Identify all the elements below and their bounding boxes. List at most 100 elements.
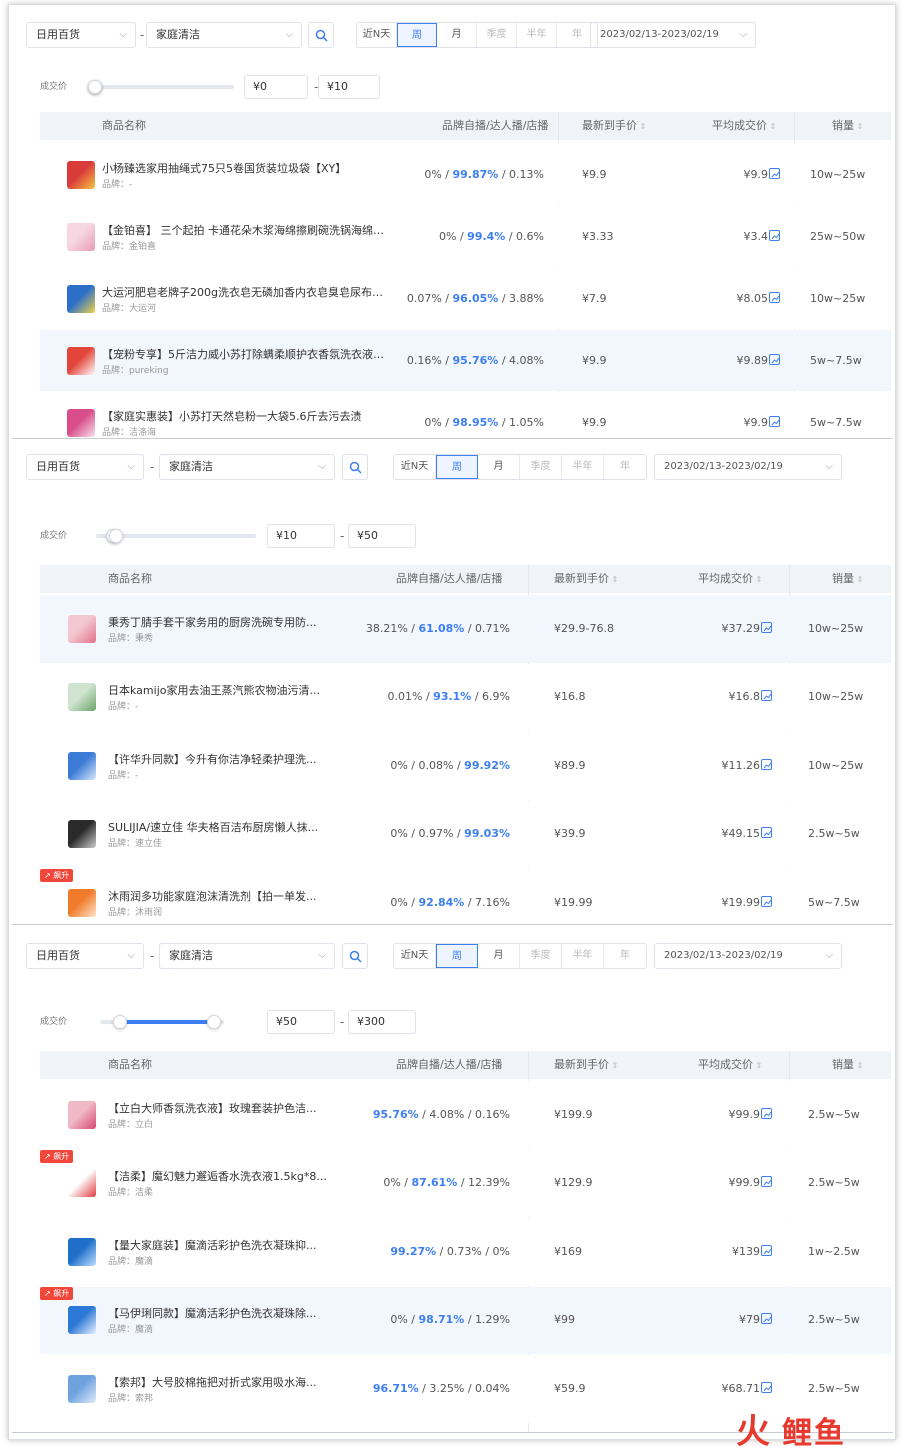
period-tab[interactable]: 周	[436, 944, 478, 968]
column-header-avg-price[interactable]: 平均成交价 ⇕	[712, 112, 776, 141]
table-row[interactable]: 大运河肥皂老牌子200g洗衣皂无磷加香内衣皂臭皂尿布皂... 品牌：大运河 0.07…	[40, 268, 891, 329]
subcategory-select[interactable]: 家庭清洁 ⌵	[159, 943, 335, 969]
period-tab[interactable]: 周	[436, 455, 478, 479]
trend-chart-icon[interactable]	[769, 167, 780, 179]
product-thumbnail[interactable]	[68, 614, 96, 643]
column-header-latest-price[interactable]: 最新到手价 ⇕	[554, 565, 618, 594]
table-row[interactable]: 【量大家庭装】魔滴活彩护色洗衣凝珠抑... 品牌：魔滴 99.27% / 0.73%…	[40, 1218, 891, 1286]
price-min-input[interactable]: ¥50	[267, 1010, 335, 1034]
table-row[interactable]: 日本kamijo家用去油王蒸汽熊农物油污清... 品牌：- 0.01% / 93.1…	[40, 663, 891, 731]
period-tab[interactable]: 年	[604, 944, 646, 968]
trend-chart-icon[interactable]	[761, 1313, 772, 1325]
product-name-link[interactable]: 【索邦】大号胶棉拖把对折式家用吸水海...	[108, 1374, 338, 1390]
column-header-sales[interactable]: 销量 ⇕	[832, 565, 863, 594]
table-row[interactable]: 【立白大师香氛洗衣液】玫瑰套装护色洁... 品牌：立白 95.76% / 4.08%…	[40, 1081, 891, 1149]
trend-chart-icon[interactable]	[769, 415, 780, 427]
trend-chart-icon[interactable]	[761, 827, 772, 839]
category-select[interactable]: 日用百货 ⌵	[26, 22, 136, 48]
search-button[interactable]	[308, 22, 334, 48]
product-thumbnail[interactable]	[67, 284, 95, 313]
period-tab[interactable]: 半年	[562, 944, 604, 968]
table-row[interactable]: 【宠粉专享】5斤洁力威小苏打除螨柔顺护衣香氛洗衣液去... 品牌：pureking…	[40, 330, 891, 391]
product-thumbnail[interactable]	[68, 1169, 96, 1198]
product-thumbnail[interactable]	[67, 408, 95, 437]
table-row[interactable]: 【家庭实惠装】小苏打天然皂粉一大袋5.6斤去污去渍 品牌：洁涤海 0% / 98.9…	[40, 392, 891, 438]
period-tab[interactable]: 月	[437, 23, 477, 47]
slider-handle-max[interactable]	[88, 80, 102, 94]
product-name-link[interactable]: 小杨臻选家用抽绳式75只5卷国货装垃圾袋【XY】	[102, 160, 392, 176]
period-tab[interactable]: 半年	[517, 23, 557, 47]
table-row[interactable]: SULIJIA/速立佳 华夫格百洁布厨房懒人抹... 品牌：速立佳 0% / 0.9…	[40, 800, 891, 868]
trend-chart-icon[interactable]	[769, 353, 780, 365]
price-min-input[interactable]: ¥0	[244, 75, 308, 99]
product-name-link[interactable]: 【洁柔】魔幻魅力邂逅香水洗衣液1.5kg*8...	[108, 1168, 338, 1184]
product-name-link[interactable]: 大运河肥皂老牌子200g洗衣皂无磷加香内衣皂臭皂尿布皂...	[102, 284, 392, 300]
period-tab[interactable]: 半年	[562, 455, 604, 479]
product-thumbnail[interactable]	[68, 1237, 96, 1266]
product-thumbnail[interactable]	[68, 1374, 96, 1403]
table-row[interactable]: ↗ 飙升 沐雨润多功能家庭泡沫清洗剂【拍一单发... 品牌：沐雨润 0% / 92.8…	[40, 869, 891, 924]
product-name-link[interactable]: 【许华升同款】今升有你洁净轻柔护理洗...	[108, 751, 338, 767]
table-row[interactable]: 秉秀丁腈手套干家务用的厨房洗碗专用防... 品牌：秉秀 38.21% / 61.08…	[40, 595, 891, 663]
product-thumbnail[interactable]	[67, 160, 95, 189]
product-name-link[interactable]: 日本kamijo家用去油王蒸汽熊农物油污清...	[108, 682, 338, 698]
period-tab[interactable]: 近N天	[357, 23, 397, 47]
trend-chart-icon[interactable]	[761, 1381, 772, 1393]
period-tab[interactable]: 季度	[520, 455, 562, 479]
subcategory-select[interactable]: 家庭清洁 ⌵	[146, 22, 302, 48]
date-range-select[interactable]: 2023/02/13-2023/02/19 ⌵	[654, 943, 842, 969]
product-name-link[interactable]: 【量大家庭装】魔滴活彩护色洗衣凝珠抑...	[108, 1237, 338, 1253]
product-name-link[interactable]: 【金铂喜】 三个起拍 卡通花朵木浆海绵擦刷碗洗锅海绵擦...	[102, 222, 392, 238]
table-row[interactable]: 小杨臻选家用抽绳式75只5卷国货装垃圾袋【XY】 品牌：- 0% / 99.87% …	[40, 144, 891, 205]
trend-chart-icon[interactable]	[761, 690, 772, 702]
trend-chart-icon[interactable]	[761, 1176, 772, 1188]
product-thumbnail[interactable]	[68, 1100, 96, 1129]
product-thumbnail[interactable]	[68, 888, 96, 917]
trend-chart-icon[interactable]	[769, 291, 780, 303]
date-range-select[interactable]: 2023/02/13-2023/02/19 ⌵	[590, 22, 756, 48]
column-header-avg-price[interactable]: 平均成交价 ⇕	[698, 1051, 762, 1080]
column-header-latest-price[interactable]: 最新到手价 ⇕	[582, 112, 646, 141]
product-thumbnail[interactable]	[68, 751, 96, 780]
product-name-link[interactable]: 【家庭实惠装】小苏打天然皂粉一大袋5.6斤去污去渍	[102, 408, 392, 424]
subcategory-select[interactable]: 家庭清洁 ⌵	[159, 454, 335, 480]
date-range-select[interactable]: 2023/02/13-2023/02/19 ⌵	[654, 454, 842, 480]
product-name-link[interactable]: 秉秀丁腈手套干家务用的厨房洗碗专用防...	[108, 614, 338, 630]
product-name-link[interactable]: 沐雨润多功能家庭泡沫清洗剂【拍一单发...	[108, 888, 338, 904]
period-tab[interactable]: 近N天	[394, 944, 436, 968]
price-max-input[interactable]: ¥10	[318, 75, 380, 99]
column-header-sales[interactable]: 销量 ⇕	[832, 112, 863, 141]
price-max-input[interactable]: ¥300	[348, 1010, 416, 1034]
search-button[interactable]	[342, 454, 368, 480]
column-header-avg-price[interactable]: 平均成交价 ⇕	[698, 565, 762, 594]
trend-chart-icon[interactable]	[761, 895, 772, 907]
price-slider[interactable]	[94, 85, 234, 89]
category-select[interactable]: 日用百货 ⌵	[26, 943, 144, 969]
trend-chart-icon[interactable]	[769, 229, 780, 241]
column-header-latest-price[interactable]: 最新到手价 ⇕	[554, 1051, 618, 1080]
slider-handle-max[interactable]	[206, 1015, 221, 1029]
price-min-input[interactable]: ¥10	[267, 524, 335, 548]
product-thumbnail[interactable]	[68, 820, 96, 849]
table-row[interactable]: ↗ 飙升 【马伊琍同款】魔滴活彩护色洗衣凝珠除... 品牌：魔滴 0% / 98.71…	[40, 1286, 891, 1354]
trend-chart-icon[interactable]	[761, 1107, 772, 1119]
trend-chart-icon[interactable]	[761, 1244, 772, 1256]
product-name-link[interactable]: 【立白大师香氛洗衣液】玫瑰套装护色洁...	[108, 1100, 338, 1116]
product-thumbnail[interactable]	[68, 1306, 96, 1335]
search-button[interactable]	[342, 943, 368, 969]
table-row[interactable]: 【许华升同款】今升有你洁净轻柔护理洗... 品牌：- 0% / 0.08% / 99…	[40, 732, 891, 800]
trend-chart-icon[interactable]	[761, 758, 772, 770]
column-header-sales[interactable]: 销量 ⇕	[832, 1051, 863, 1080]
slider-handle-max[interactable]	[109, 529, 124, 543]
period-tab[interactable]: 月	[478, 944, 520, 968]
period-tab[interactable]: 季度	[520, 944, 562, 968]
product-name-link[interactable]: 【马伊琍同款】魔滴活彩护色洗衣凝珠除...	[108, 1305, 338, 1321]
period-tab[interactable]: 年	[604, 455, 646, 479]
period-tab[interactable]: 季度	[477, 23, 517, 47]
table-row[interactable]: ↗ 飙升 【洁柔】魔幻魅力邂逅香水洗衣液1.5kg*8... 品牌：洁柔 0% / 8…	[40, 1149, 891, 1217]
product-thumbnail[interactable]	[67, 222, 95, 251]
price-max-input[interactable]: ¥50	[348, 524, 416, 548]
period-tab[interactable]: 月	[478, 455, 520, 479]
product-name-link[interactable]: SULIJIA/速立佳 华夫格百洁布厨房懒人抹...	[108, 819, 338, 835]
table-row[interactable]: 【金铂喜】 三个起拍 卡通花朵木浆海绵擦刷碗洗锅海绵擦... 品牌：金铂喜 0% /…	[40, 206, 891, 267]
